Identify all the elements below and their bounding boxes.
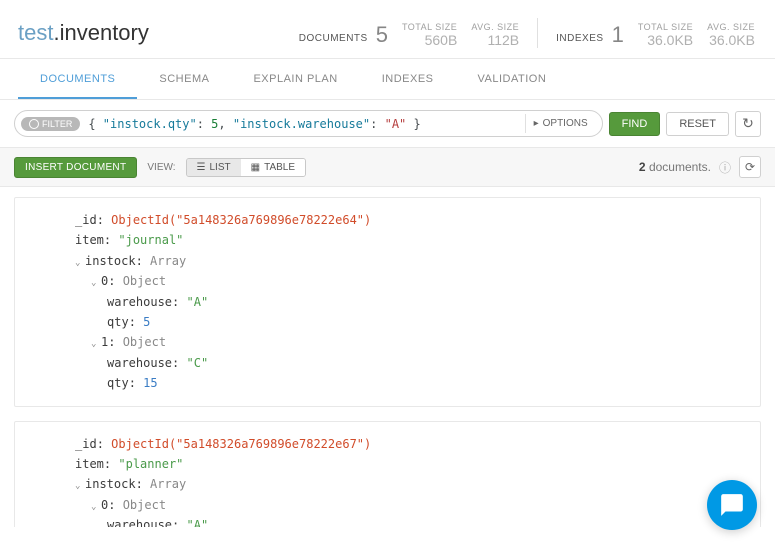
documents-label: DOCUMENTS [299, 33, 368, 48]
result-count: 2 [639, 160, 646, 174]
chevron-down-icon[interactable]: ⌄ [75, 256, 85, 271]
list-icon: ☰ [197, 162, 206, 173]
total-size: 560B [425, 32, 458, 48]
table-icon: ▦ [251, 162, 260, 173]
header: test.inventory DOCUMENTS 5 TOTAL SIZE 56… [0, 0, 775, 59]
idx-avg-size: 36.0KB [709, 32, 755, 48]
chevron-down-icon[interactable]: ⌄ [75, 479, 85, 494]
history-button[interactable]: ↻ [735, 111, 761, 137]
document-card[interactable]: _id: ObjectId("5a148326a769896e78222e67"… [14, 421, 761, 527]
view-list-button[interactable]: ☰ LIST [187, 159, 241, 176]
tab-schema[interactable]: SCHEMA [137, 59, 231, 99]
idx-total-size: 36.0KB [647, 32, 693, 48]
indexes-label: INDEXES [556, 33, 603, 48]
avg-size: 112B [487, 32, 519, 48]
chevron-down-icon[interactable]: ⌄ [91, 337, 101, 352]
chevron-down-icon[interactable]: ⌄ [91, 276, 101, 291]
tab-documents[interactable]: DOCUMENTS [18, 59, 137, 99]
tab-indexes[interactable]: INDEXES [360, 59, 456, 99]
info-icon[interactable]: ⓘ [719, 159, 731, 176]
caret-right-icon: ▸ [534, 118, 539, 129]
chevron-down-icon[interactable]: ⌄ [91, 500, 101, 515]
reset-button[interactable]: RESET [666, 112, 729, 136]
filter-input[interactable]: FILTER { "instock.qty": 5, "instock.ware… [14, 110, 603, 137]
chat-icon [719, 492, 745, 518]
refresh-button[interactable]: ⟳ [739, 156, 761, 178]
find-button[interactable]: FIND [609, 112, 661, 136]
options-button[interactable]: ▸ OPTIONS [525, 114, 596, 133]
toolbar: INSERT DOCUMENT VIEW: ☰ LIST ▦ TABLE 2 d… [0, 147, 775, 187]
refresh-icon: ⟳ [745, 160, 755, 174]
header-stats: DOCUMENTS 5 TOTAL SIZE 560B AVG. SIZE 11… [299, 18, 755, 48]
documents-list: _id: ObjectId("5a148326a769896e78222e64"… [0, 187, 775, 527]
history-icon: ↻ [742, 115, 754, 132]
filter-badge: FILTER [21, 117, 80, 131]
namespace: test.inventory [18, 20, 149, 46]
view-table-button[interactable]: ▦ TABLE [241, 159, 305, 176]
insert-document-button[interactable]: INSERT DOCUMENT [14, 157, 137, 178]
indexes-count: 1 [612, 22, 624, 48]
tab-validation[interactable]: VALIDATION [456, 59, 569, 99]
collection-name: inventory [60, 20, 149, 45]
filter-query[interactable]: { "instock.qty": 5, "instock.warehouse":… [80, 115, 524, 133]
documents-count: 5 [376, 22, 388, 48]
filter-bar: FILTER { "instock.qty": 5, "instock.ware… [0, 100, 775, 147]
view-toggle: ☰ LIST ▦ TABLE [186, 158, 306, 177]
view-label: VIEW: [147, 162, 175, 173]
tab-explain-plan[interactable]: EXPLAIN PLAN [231, 59, 359, 99]
document-card[interactable]: _id: ObjectId("5a148326a769896e78222e64"… [14, 197, 761, 407]
db-name: test [18, 20, 53, 45]
chat-button[interactable] [707, 480, 757, 530]
tabs: DOCUMENTS SCHEMA EXPLAIN PLAN INDEXES VA… [0, 59, 775, 100]
